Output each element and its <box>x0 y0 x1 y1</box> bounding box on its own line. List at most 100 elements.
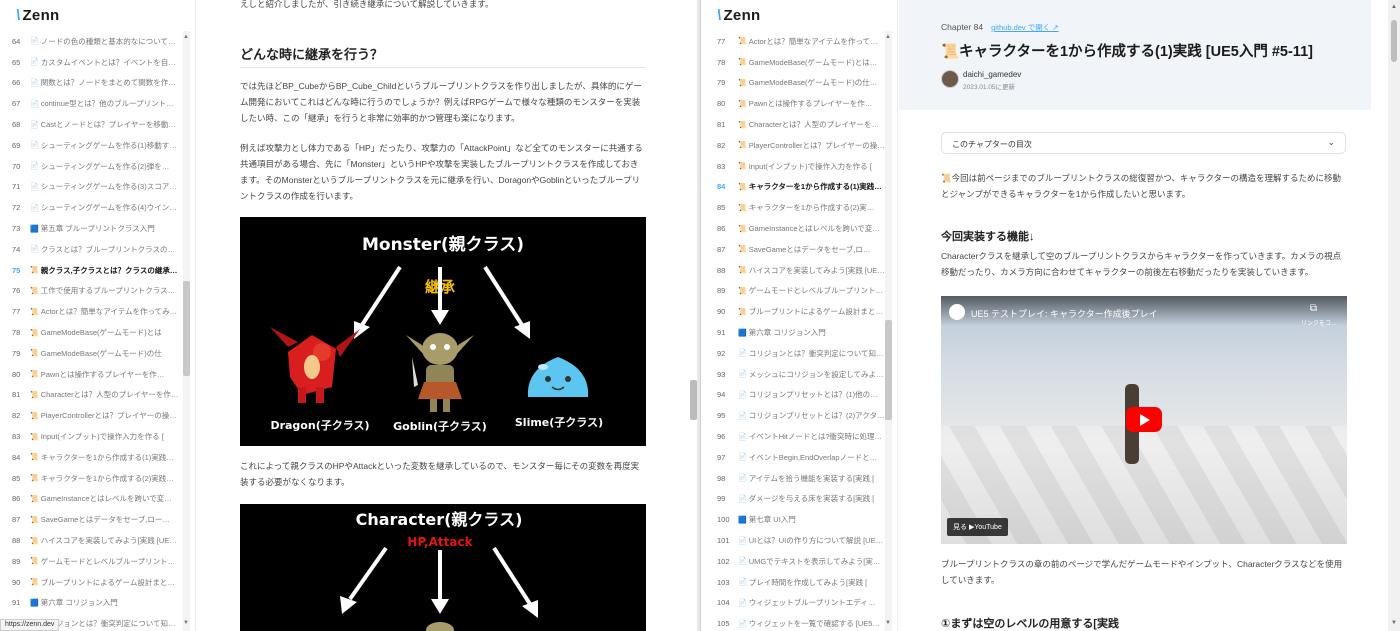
sidebar-item-chapter-75[interactable]: 75 📜 親クラス,子クラスとは？クラスの継承… <box>0 260 180 281</box>
document-icon: 📜 <box>30 475 39 483</box>
scroll-up-arrow-icon[interactable]: ▲ <box>183 34 189 40</box>
sidebar-item-chapter-83[interactable]: 83 📜 Input(インプット)で操作入力を作る [ <box>0 426 180 447</box>
avatar[interactable] <box>941 70 959 88</box>
scroll-down-arrow-icon[interactable]: ▼ <box>183 620 189 626</box>
copy-link-label[interactable]: リンクをコ… <box>1301 318 1337 327</box>
sidebar-item-chapter-69[interactable]: 69 📄 シューティングゲームを作る(1)移動す… <box>0 135 180 156</box>
sidebar-item-chapter-81[interactable]: 81 📜 Characterとは？人型のプレイヤーを作… <box>701 114 885 135</box>
chapter-number: 104 <box>717 598 730 608</box>
sidebar-item-chapter-100[interactable]: 100 🟦 第七章 UI入門 <box>701 509 885 530</box>
page-scrollbar-thumb[interactable] <box>1391 20 1397 62</box>
sidebar-item-chapter-78[interactable]: 78 📜 GameModeBase(ゲームモード)とは <box>0 322 180 343</box>
sidebar-item-chapter-73[interactable]: 73 🟦 第五章 ブループリントクラス入門 <box>0 218 180 239</box>
video-title[interactable]: UE5 テストプレイ: キャラクター作成後プレイ <box>971 307 1158 320</box>
zenn-logo-right[interactable]: \ Zenn <box>717 7 761 24</box>
sidebar-scrollbar[interactable] <box>183 31 190 631</box>
copy-link-icon[interactable]: ⧉ <box>1310 303 1317 314</box>
sidebar-item-chapter-91[interactable]: 91 🟦 第六章 コリジョン入門 <box>0 593 180 614</box>
sidebar-item-chapter-84[interactable]: 84 📜 キャラクターを1から作成する(1)実践… <box>0 447 180 468</box>
sidebar-item-chapter-102[interactable]: 102 📄 UMGでテキストを表示してみよう[実… <box>701 551 885 572</box>
sidebar-item-chapter-90[interactable]: 90 📜 ブループリントによるゲーム設計まと… <box>701 301 885 322</box>
sidebar-item-chapter-91[interactable]: 91 🟦 第六章 コリジョン入門 <box>701 322 885 343</box>
page-scroll-up-icon[interactable]: ▲ <box>1391 4 1397 10</box>
document-icon: 📄 <box>30 38 39 46</box>
sidebar-item-chapter-67[interactable]: 67 📄 continue型とは？他のブループリントクラ… <box>0 93 180 114</box>
sidebar-item-chapter-81[interactable]: 81 📜 Characterとは？人型のプレイヤーを作… <box>0 385 180 406</box>
sidebar-item-chapter-83[interactable]: 83 📜 Input(インプット)で操作入力を作る [ <box>701 156 885 177</box>
page-scrollbar[interactable] <box>1388 0 1400 631</box>
sidebar-item-chapter-101[interactable]: 101 📄 UIとは？UIの作り方について解説 [UE… <box>701 530 885 551</box>
sidebar-item-chapter-77[interactable]: 77 📜 Actorとは？簡単なアイテムを作ってみ… <box>701 31 885 52</box>
sidebar-item-chapter-105[interactable]: 105 📄 ウィジェットを一覧で確認する [UE5… <box>701 613 885 631</box>
sidebar-item-chapter-98[interactable]: 98 📄 アイテムを拾う機能を実装する[実践 [ <box>701 468 885 489</box>
section-marker-icon: 🟦 <box>30 599 39 607</box>
sidebar-scrollbar-thumb[interactable] <box>183 281 190 376</box>
watch-on-youtube-button[interactable]: 見る ▶YouTube <box>947 518 1008 536</box>
chapter-number: 86 <box>12 494 21 504</box>
chapter-title: Characterとは？人型のプレイヤーを作… <box>748 120 885 130</box>
sidebar-item-chapter-89[interactable]: 89 📜 ゲームモードとレベルブループリント… <box>0 551 180 572</box>
sidebar-item-chapter-79[interactable]: 79 📜 GameModeBase(ゲームモード)の仕… <box>701 73 885 94</box>
page-scroll-down-icon[interactable]: ▼ <box>1391 620 1397 626</box>
channel-avatar[interactable] <box>949 304 965 320</box>
sidebar-item-chapter-89[interactable]: 89 📜 ゲームモードとレベルブループリント… <box>701 281 885 302</box>
sidebar-item-chapter-65[interactable]: 65 📄 カスタムイベントとは？イベントを自… <box>0 52 180 73</box>
sidebar-item-chapter-85[interactable]: 85 📜 キャラクターを1から作成する(2)実… <box>701 197 885 218</box>
sidebar-item-chapter-86[interactable]: 86 📜 GameInstanceとはレベルを跨いで変… <box>0 489 180 510</box>
sidebar-item-chapter-74[interactable]: 74 📄 クラスとは？ブループリントクラスの… <box>0 239 180 260</box>
sidebar-item-chapter-87[interactable]: 87 📜 SaveGameとはデータをセーブ,ロ… <box>701 239 885 260</box>
scroll-up-arrow-icon-right[interactable]: ▲ <box>885 34 891 40</box>
sidebar-item-chapter-96[interactable]: 96 📄 イベントHitノードとは?衝突時に処理… <box>701 426 885 447</box>
sidebar-item-chapter-64[interactable]: 64 📄 ノードの色の種類と基本的なについて… <box>0 31 180 52</box>
sidebar-item-chapter-99[interactable]: 99 📄 ダメージを与える床を実装する[実践 [ <box>701 489 885 510</box>
chapter-number: 76 <box>12 286 21 296</box>
chapter-number: 89 <box>12 556 21 566</box>
sidebar-item-chapter-76[interactable]: 76 📜 工作で使用するブループリントクラス… <box>0 281 180 302</box>
pane-divider-handle[interactable] <box>690 380 697 420</box>
chapter-title: キャラクターを1から作成する(1)実践… <box>748 182 882 192</box>
sidebar-item-chapter-87[interactable]: 87 📜 SaveGameとはデータをセーブ,ロー… <box>0 509 180 530</box>
zenn-logo[interactable]: \ Zenn <box>16 7 60 24</box>
sidebar-item-chapter-86[interactable]: 86 📜 GameInstanceとはレベルを跨いで変… <box>701 218 885 239</box>
sidebar-item-chapter-68[interactable]: 68 📄 Castとノードとは？プレイヤーを移動… <box>0 114 180 135</box>
author-name[interactable]: daichi_gamedev <box>963 70 1021 79</box>
sidebar-item-chapter-94[interactable]: 94 📄 コリジョンプリセットとは？(1)他のア… <box>701 385 885 406</box>
chapter-number: 79 <box>12 348 21 358</box>
sidebar-item-chapter-104[interactable]: 104 📄 ウィジェットブループリントエディ… <box>701 593 885 614</box>
sidebar-item-chapter-71[interactable]: 71 📄 シューティングゲームを作る(3)スコア… <box>0 177 180 198</box>
chapter-number: 98 <box>717 473 726 483</box>
chapter-number: 90 <box>717 307 726 317</box>
sidebar-item-chapter-88[interactable]: 88 📜 ハイスコアを実装してみよう[実践 [UE… <box>701 260 885 281</box>
sidebar-item-chapter-88[interactable]: 88 📜 ハイスコアを実装してみよう[実践 [UE… <box>0 530 180 551</box>
sidebar-scrollbar-right[interactable] <box>885 31 892 631</box>
sidebar-item-chapter-103[interactable]: 103 📄 プレイ時間を作成してみよう[実践 [ <box>701 572 885 593</box>
sidebar-item-chapter-79[interactable]: 79 📜 GameModeBase(ゲームモード)の仕 <box>0 343 180 364</box>
sidebar-item-chapter-93[interactable]: 93 📄 メッシュにコリジョンを設定してみよ… <box>701 364 885 385</box>
chapter-title: GameModeBase(ゲームモード)とは… <box>748 57 878 67</box>
sidebar-item-chapter-95[interactable]: 95 📄 コリジョンプリセットとは？(2)アクタ… <box>701 405 885 426</box>
sidebar-item-chapter-66[interactable]: 66 📄 関数とは？ノードをまとめて関数を作… <box>0 73 180 94</box>
play-button[interactable] <box>1126 407 1162 432</box>
sidebar-item-chapter-90[interactable]: 90 📜 ブループリントによるゲーム設計まと… <box>0 572 180 593</box>
inheritance-arrows <box>354 265 530 339</box>
sidebar-item-chapter-92[interactable]: 92 📄コリジョンとは？衝突判定について知… <box>701 343 885 364</box>
sidebar-item-chapter-84[interactable]: 84 📜 キャラクターを1から作成する(1)実践… <box>701 177 885 198</box>
sidebar-scrollbar-thumb-right[interactable] <box>885 320 892 420</box>
sidebar-item-chapter-85[interactable]: 85 📜 キャラクターを1から作成する(2)実践… <box>0 468 180 489</box>
sidebar-item-chapter-80[interactable]: 80 📜 Pawnとは操作するプレイヤーを作… <box>701 93 885 114</box>
toc-toggle[interactable]: このチャプターの目次 ⌄ <box>941 132 1346 154</box>
sidebar-item-chapter-97[interactable]: 97 📄 イベントBegin,EndOverlapノードと… <box>701 447 885 468</box>
sidebar-item-chapter-72[interactable]: 72 📄 シューティングゲームを作る(4)ウイン… <box>0 197 180 218</box>
sidebar-item-chapter-82[interactable]: 82 📜 PlayerControllerとは？プレイヤーの操… <box>701 135 885 156</box>
sidebar-item-chapter-80[interactable]: 80 📜 Pawnとは操作するプレイヤーを作… <box>0 364 180 385</box>
document-icon: 📄 <box>30 204 39 212</box>
chapter-title: メッシュにコリジョンを設定してみよ… <box>748 369 884 379</box>
scroll-down-arrow-icon-right[interactable]: ▼ <box>885 620 891 626</box>
sidebar-item-chapter-77[interactable]: 77 📜 Actorとは？簡単なアイテムを作ってみ… <box>0 301 180 322</box>
youtube-embed[interactable]: UE5 テストプレイ: キャラクター作成後プレイ ⧉ リンクをコ… 見る ▶Yo… <box>941 296 1347 544</box>
github-dev-link[interactable]: github.dev で開く ↗ <box>991 23 1059 32</box>
sidebar-item-chapter-70[interactable]: 70 📄 シューティングゲームを作る(2)弾を… <box>0 156 180 177</box>
sidebar-item-chapter-82[interactable]: 82 📜 PlayerControllerとは？プレイヤーの操… <box>0 405 180 426</box>
sidebar-item-chapter-78[interactable]: 78 📜 GameModeBase(ゲームモード)とは… <box>701 52 885 73</box>
chapter-number: 80 <box>717 99 726 109</box>
